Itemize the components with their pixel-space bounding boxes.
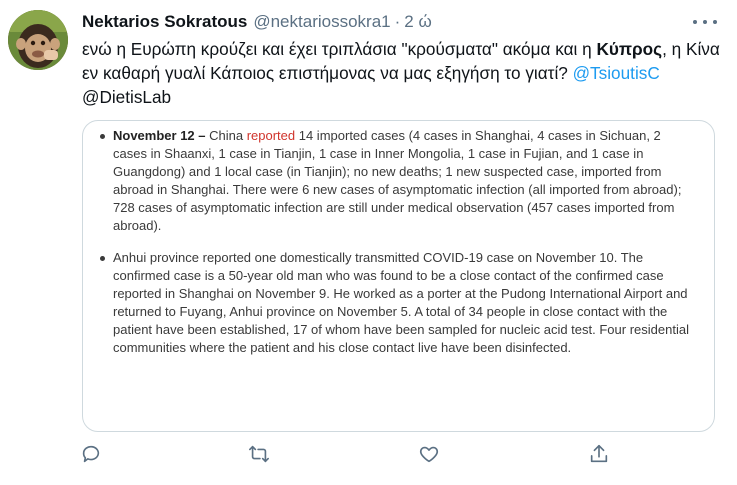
embedded-image-card[interactable]: November 12 – China reported 14 imported… (82, 120, 715, 432)
tweet-text-part1: ενώ η Ευρώπη κρούζει και έχει τριπλάσια … (82, 39, 597, 59)
avatar[interactable] (8, 10, 68, 70)
author-handle[interactable]: @nektariossokra1 (253, 12, 390, 32)
reply-icon[interactable] (80, 443, 104, 467)
avatar-image (8, 10, 68, 70)
bullet-item-anhui: Anhui province reported one domestically… (97, 249, 697, 357)
bullet-text-rest: 14 imported cases (4 cases in Shanghai, … (113, 128, 682, 233)
reported-link: reported (246, 128, 296, 143)
tweet-text-bold: Κύπρος (596, 39, 663, 59)
tweet[interactable]: Nektarios Sokratous @nektariossokra1 · 2… (0, 0, 737, 485)
more-icon[interactable] (693, 12, 717, 32)
mention-dietislab: @DietisLab (82, 87, 172, 107)
bullet-item-november-12: November 12 – China reported 14 imported… (97, 127, 697, 235)
tweet-timestamp[interactable]: 2 ώ (404, 12, 431, 32)
tweet-actions (80, 443, 640, 469)
retweet-icon[interactable] (248, 443, 272, 467)
separator-dot: · (394, 12, 401, 31)
bullet-date: November 12 – (113, 128, 206, 143)
tweet-header: Nektarios Sokratous @nektariossokra1 · 2… (82, 10, 432, 34)
author-name[interactable]: Nektarios Sokratous (82, 12, 247, 32)
mention-tsioutisc[interactable]: @TsioutisC (573, 63, 660, 83)
tweet-text: ενώ η Ευρώπη κρούζει και έχει τριπλάσια … (82, 37, 722, 109)
bullet-text-pre: China (205, 128, 247, 143)
share-icon[interactable] (588, 443, 612, 467)
like-icon[interactable] (418, 443, 442, 467)
embedded-text-content: November 12 – China reported 14 imported… (97, 127, 697, 357)
